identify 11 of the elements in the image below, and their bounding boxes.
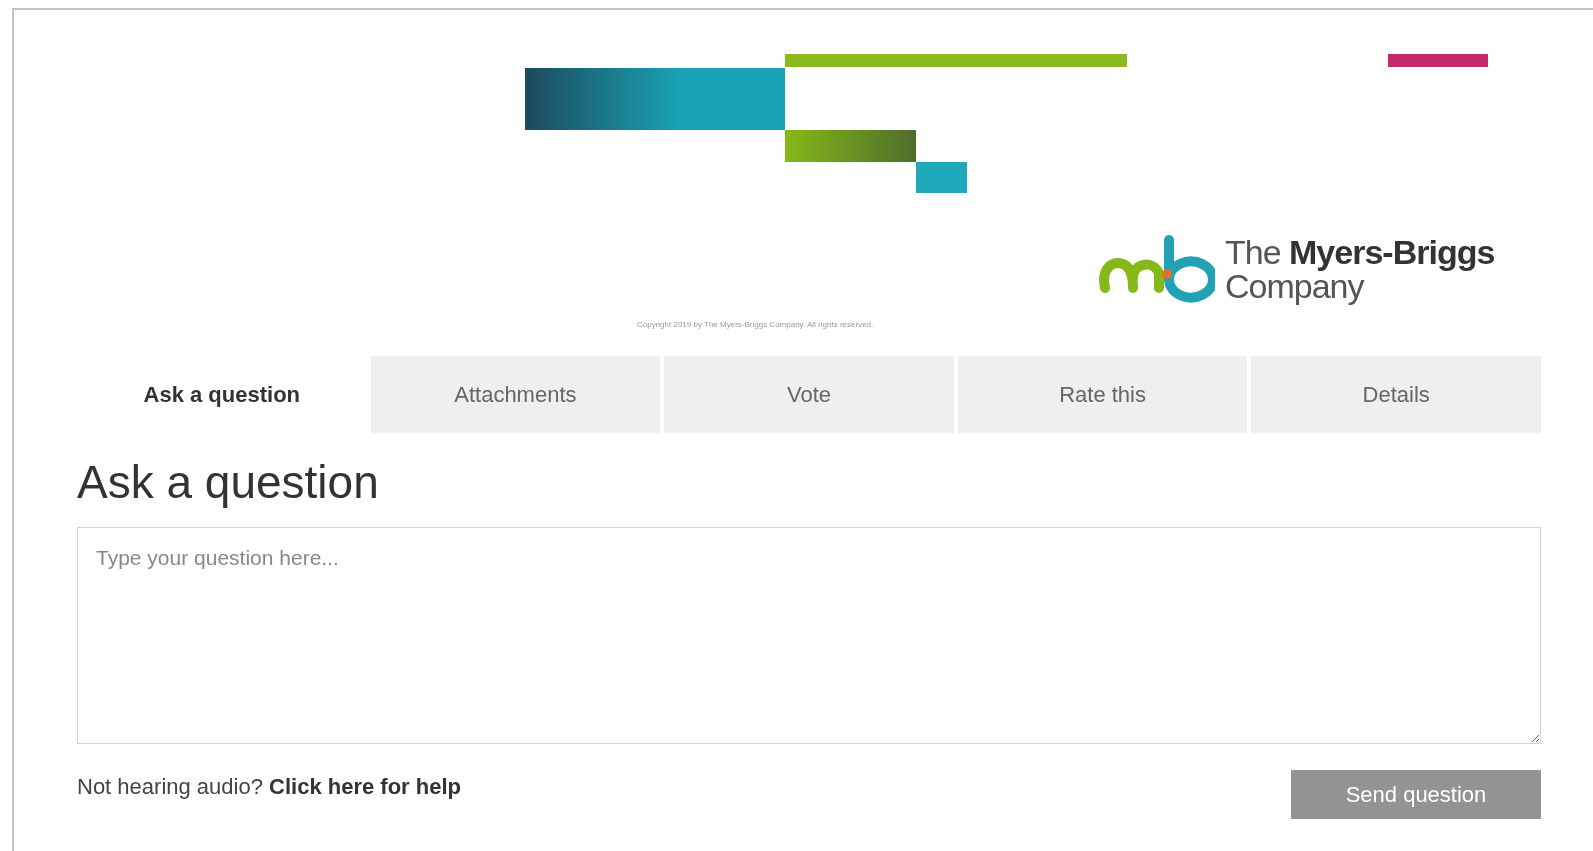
question-field[interactable]: Type your question here... xyxy=(77,527,1541,744)
tab[interactable]: Attachments xyxy=(370,356,661,433)
logo-text: The Myers-Briggs xyxy=(1225,235,1495,269)
tab[interactable]: Details xyxy=(1251,356,1541,433)
logo-icon xyxy=(1097,234,1215,304)
help-link[interactable]: Click here for help xyxy=(269,773,461,799)
tab[interactable]: Rate this xyxy=(957,356,1248,433)
panel-heading: Ask a question xyxy=(77,455,380,509)
tab[interactable]: Vote xyxy=(664,356,954,433)
help-text: Not hearing audio? Click here for help xyxy=(77,773,461,800)
copyright-text: Copyright 2019 by The Myers-Briggs Company. All rights reserved. xyxy=(637,320,875,329)
